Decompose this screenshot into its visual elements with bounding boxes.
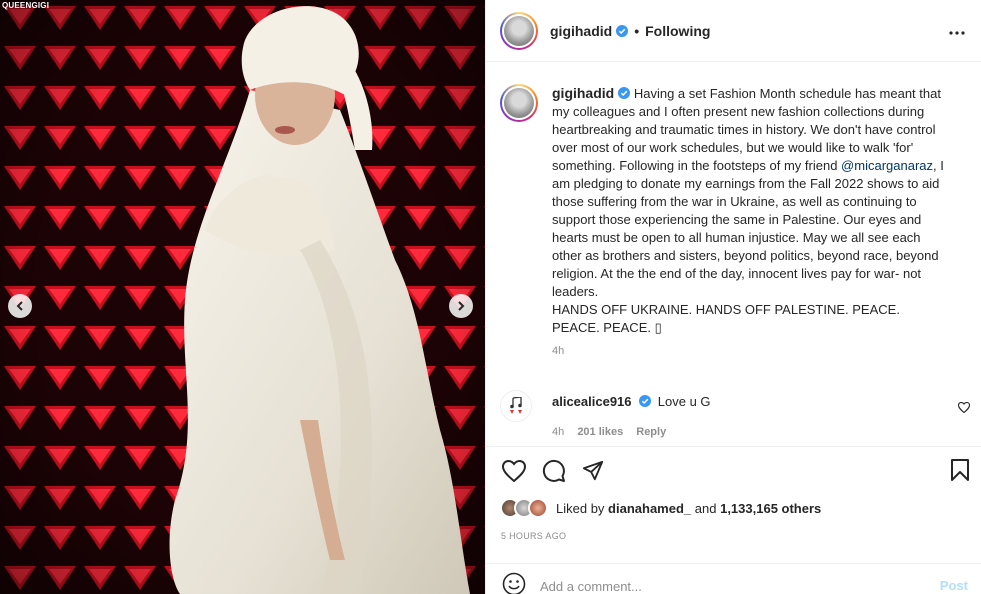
bookmark-icon: [951, 459, 969, 481]
commenter-avatar[interactable]: [500, 390, 532, 422]
liked-by-conjunction: and: [694, 500, 717, 516]
header-separator: •: [634, 22, 640, 39]
comment-bubble-icon: [542, 459, 565, 482]
watermark-text: QUEENGIGI: [2, 1, 50, 10]
profile-picture: [504, 15, 534, 46]
add-comment-bar: Post: [486, 563, 981, 594]
liker-avatars[interactable]: [500, 498, 548, 518]
liked-by-prefix: Liked by: [556, 500, 605, 516]
mention-link[interactable]: @micarganaraz: [841, 158, 933, 173]
verified-badge-icon: [639, 395, 652, 407]
caption-avatar[interactable]: [500, 84, 538, 122]
comment-likes[interactable]: 201 likes: [577, 426, 623, 438]
emoji-icon[interactable]: [502, 572, 526, 594]
caption-username[interactable]: gigihadid: [552, 85, 614, 101]
caption-timestamp[interactable]: 4h: [552, 345, 965, 357]
paper-plane-icon: [582, 460, 604, 480]
music-note-icon: [510, 397, 522, 409]
caption-second-paragraph: HANDS OFF UKRAINE. HANDS OFF PALESTINE. …: [552, 302, 900, 335]
post-timestamp[interactable]: 5 HOURS AGO: [501, 531, 566, 541]
hearts-icon: [510, 410, 522, 414]
next-image-button[interactable]: [449, 294, 473, 318]
post-image[interactable]: QUEENGIGI: [0, 0, 485, 594]
caption-text: gigihadid Having a set Fashion Month sch…: [552, 84, 947, 337]
header-username[interactable]: gigihadid: [550, 23, 612, 39]
comment-like-button[interactable]: [957, 400, 971, 416]
caption-section: gigihadid Having a set Fashion Month sch…: [486, 62, 981, 388]
comment-input[interactable]: [540, 573, 920, 594]
runway-photo: [0, 0, 485, 594]
comment-time[interactable]: 4h: [552, 426, 564, 438]
heart-outline-icon: [957, 401, 971, 414]
reply-button[interactable]: Reply: [636, 426, 666, 438]
liked-by-user[interactable]: dianahamed_: [608, 501, 691, 516]
chevron-left-icon: [16, 301, 23, 311]
caption-body-cont: , I am pledging to donate my earnings fr…: [552, 158, 944, 299]
comment-text: Love u G: [657, 394, 711, 409]
chevron-right-icon: [458, 301, 465, 311]
following-button[interactable]: Following: [645, 23, 710, 39]
more-dots-icon: [949, 31, 965, 35]
post-comment-button[interactable]: Post: [940, 578, 968, 593]
profile-picture: [504, 88, 534, 118]
verified-badge-icon: [616, 24, 629, 37]
previous-image-button[interactable]: [8, 294, 32, 318]
comment-item: alicealice916 Love u G 4h 201 likes Repl…: [500, 390, 971, 438]
liker-avatar: [528, 498, 548, 518]
share-button[interactable]: [582, 460, 604, 482]
save-button[interactable]: [950, 459, 970, 484]
avatar[interactable]: [500, 11, 538, 50]
post-actions-bar: [486, 446, 981, 494]
comment-meta: 4h 201 likes Reply: [552, 426, 676, 438]
post-header: gigihadid • Following: [486, 0, 981, 62]
likes-summary: Liked by dianahamed_ and 1,133,165 other…: [500, 498, 821, 518]
verified-badge-icon: [618, 87, 631, 99]
comment-button[interactable]: [542, 459, 566, 483]
heart-outline-icon: [502, 459, 526, 482]
more-options-button[interactable]: [949, 22, 965, 38]
like-button[interactable]: [502, 459, 526, 482]
liked-by-others[interactable]: 1,133,165 others: [720, 501, 821, 516]
post-details-panel: gigihadid • Following gigihadid Having a…: [485, 0, 981, 594]
comment-username[interactable]: alicealice916: [552, 394, 632, 409]
